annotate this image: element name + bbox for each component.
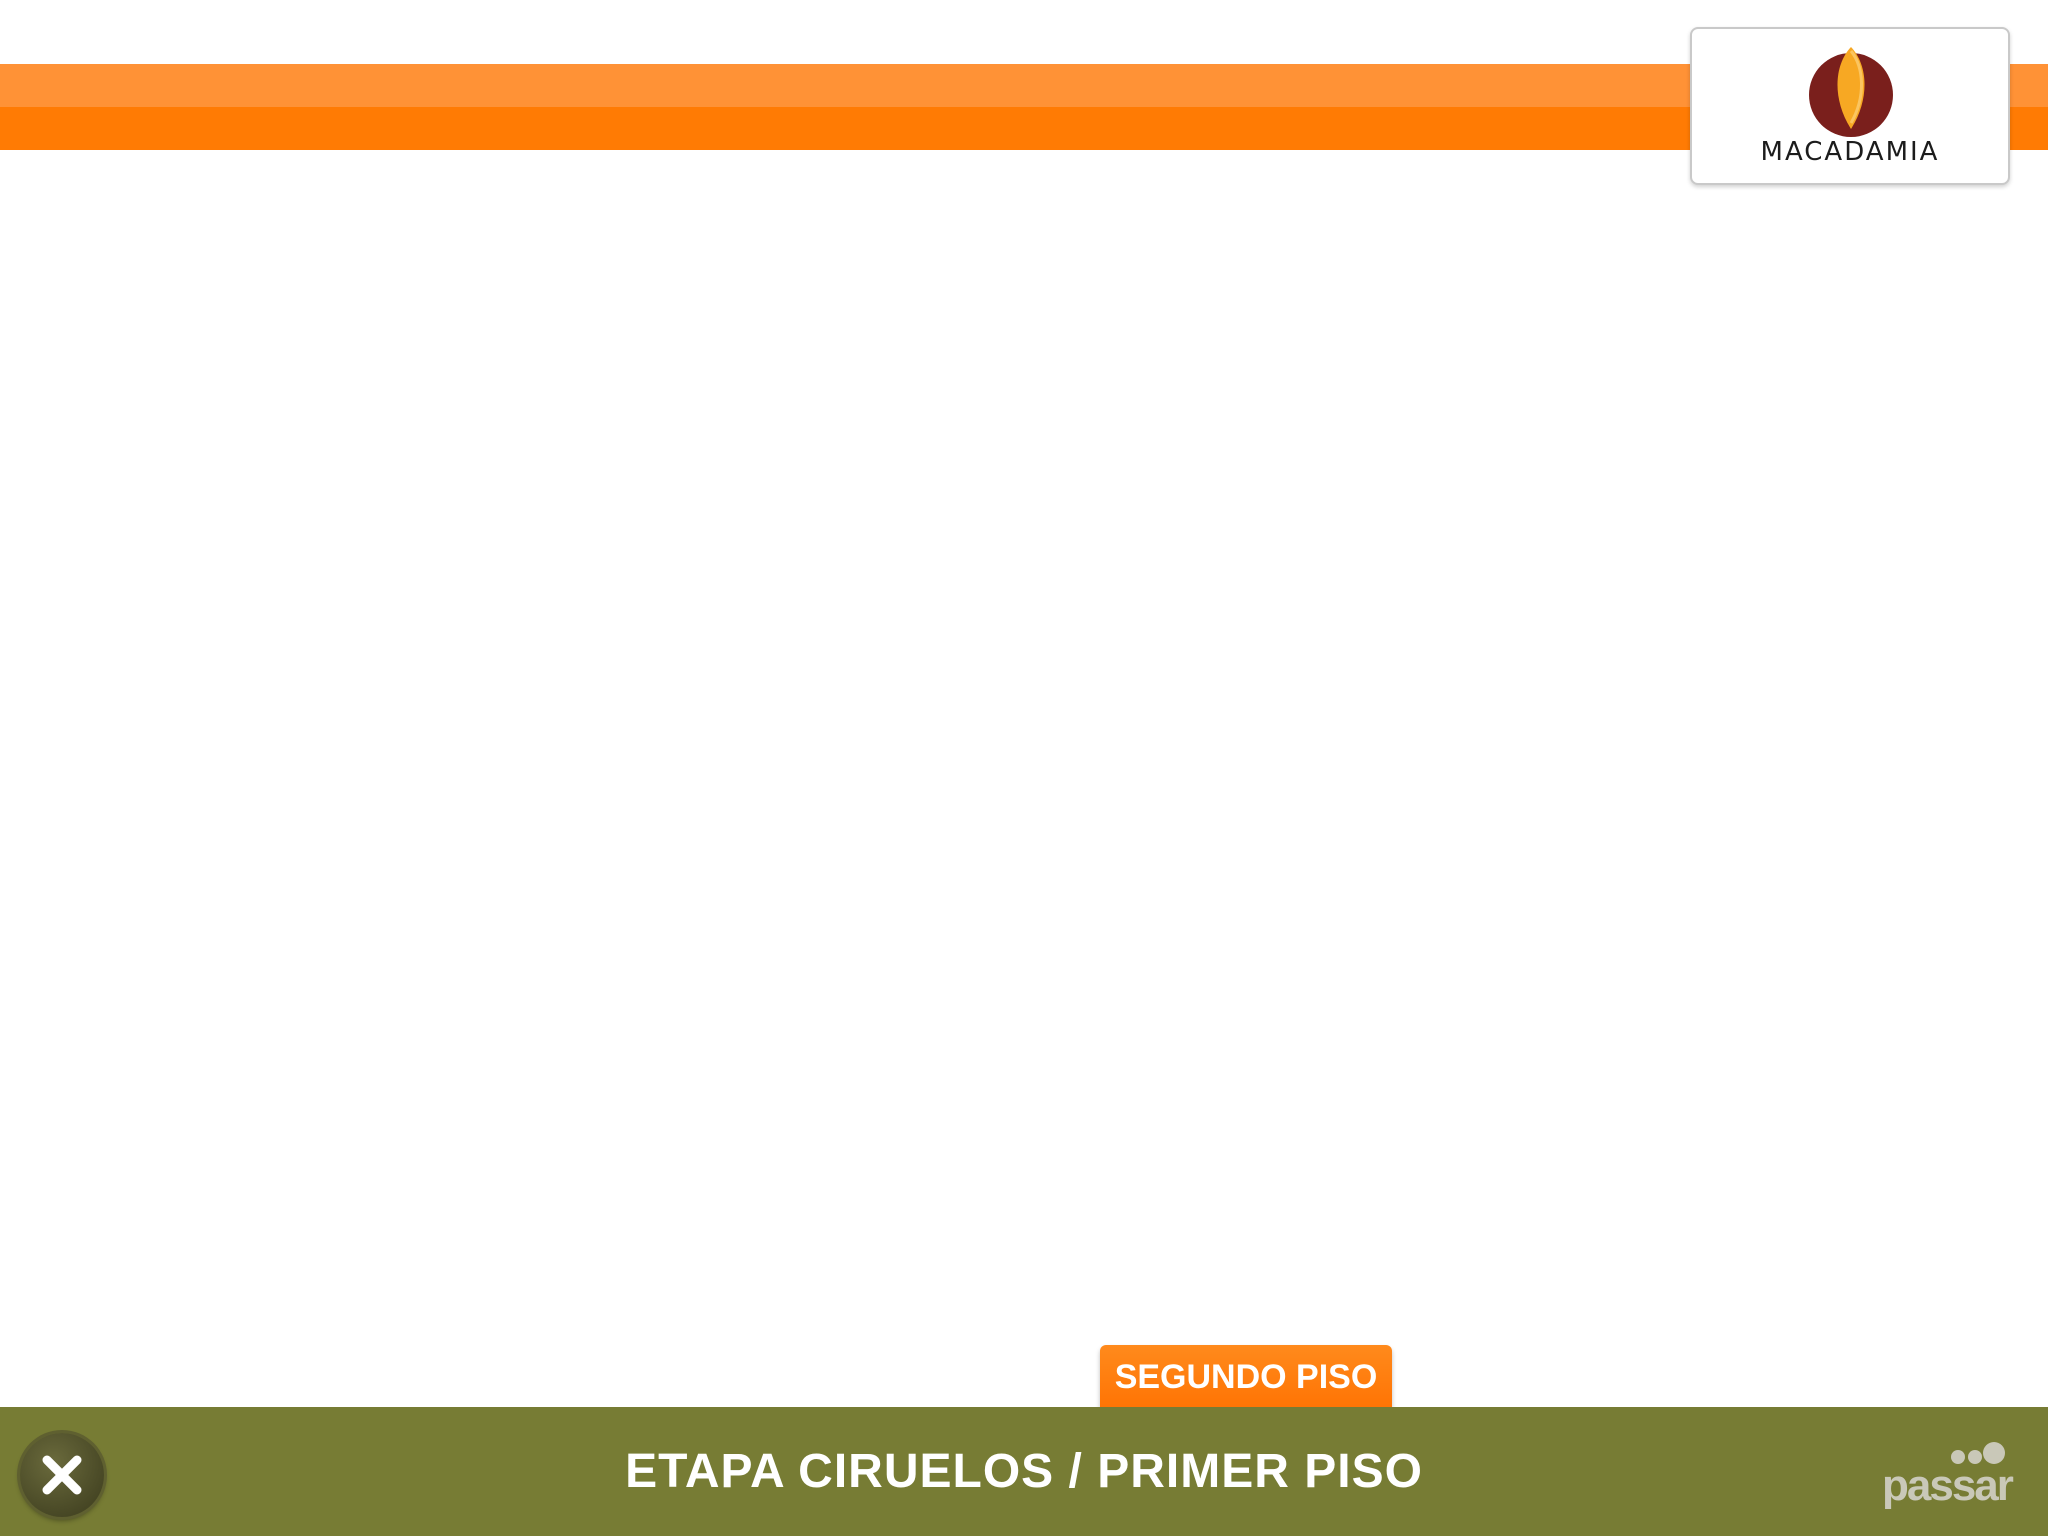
macadamia-logo-icon xyxy=(1809,47,1893,137)
dots-icon xyxy=(1951,1442,2005,1464)
app-screen: MACADAMIA SEGUNDO PISO ETAPA CIRUELOS / … xyxy=(0,0,2048,1536)
floor-tab-second-floor[interactable]: SEGUNDO PISO xyxy=(1100,1345,1392,1408)
footer-bar: ETAPA CIRUELOS / PRIMER PISO passar xyxy=(0,1407,2048,1536)
close-icon xyxy=(42,1455,82,1495)
passar-logo: passar xyxy=(1882,1441,2014,1511)
page-title: ETAPA CIRUELOS / PRIMER PISO xyxy=(625,1445,1423,1498)
brand-logo-text: MACADAMIA xyxy=(1760,137,1940,167)
close-button[interactable] xyxy=(20,1433,104,1517)
brand-logo: MACADAMIA xyxy=(1690,27,2010,185)
